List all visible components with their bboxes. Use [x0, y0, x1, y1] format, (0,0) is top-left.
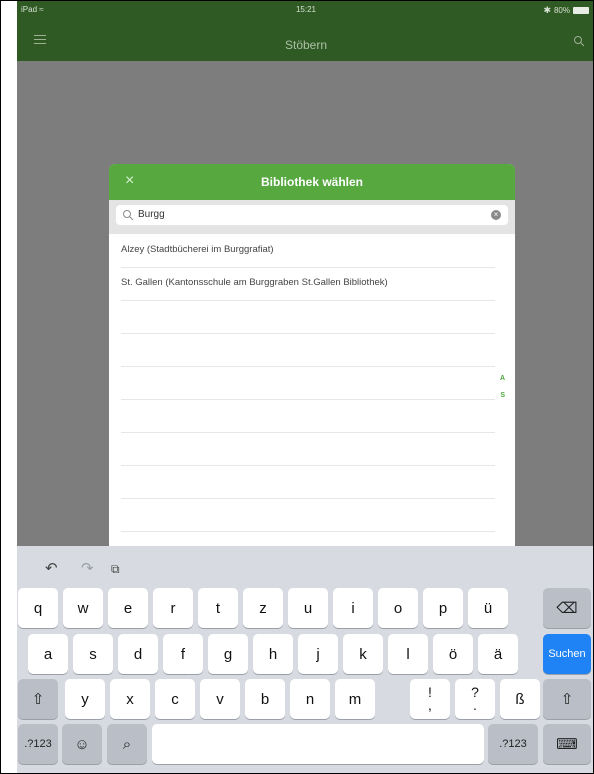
search-value: Burgg: [138, 209, 165, 220]
key-exclam-comma[interactable]: !,: [410, 679, 450, 719]
empty-list-row: [121, 366, 495, 400]
numbers-key-right[interactable]: .?123: [488, 724, 538, 764]
key-f[interactable]: f: [163, 634, 203, 674]
battery-icon: [573, 7, 589, 14]
search-bar: Burgg ×: [109, 200, 515, 234]
shift-left-key[interactable]: ⇧: [18, 679, 58, 719]
onscreen-keyboard: ↶ ↷ ⧉ qwertzuiopü ⌫ asdfghjklöä Suchen ⇧…: [17, 546, 593, 773]
key-u[interactable]: u: [288, 588, 328, 628]
undo-icon[interactable]: ↶: [45, 561, 59, 576]
search-icon: [123, 210, 134, 221]
section-index-a[interactable]: A: [500, 375, 505, 382]
key-r[interactable]: r: [153, 588, 193, 628]
key-a[interactable]: a: [28, 634, 68, 674]
key-ö[interactable]: ö: [433, 634, 473, 674]
bluetooth-icon: ✱: [543, 5, 551, 15]
section-index-s[interactable]: S: [500, 392, 505, 399]
microphone-icon[interactable]: ⌕: [107, 724, 147, 764]
library-picker-modal: × Bibliothek wählen Burgg × Alzey (Stadt…: [109, 164, 515, 584]
key-i[interactable]: i: [333, 588, 373, 628]
modal-title: Bibliothek wählen: [260, 175, 363, 189]
search-icon[interactable]: [573, 34, 585, 47]
key-h[interactable]: h: [253, 634, 293, 674]
key-k[interactable]: k: [343, 634, 383, 674]
key-s[interactable]: s: [73, 634, 113, 674]
redo-icon[interactable]: ↷: [81, 561, 95, 576]
status-time: 15:21: [295, 5, 317, 14]
empty-list-row: [121, 498, 495, 532]
key-g[interactable]: g: [208, 634, 248, 674]
page-title: Stöbern: [284, 38, 328, 52]
key-q[interactable]: q: [18, 588, 58, 628]
key-z[interactable]: z: [243, 588, 283, 628]
key-ä[interactable]: ä: [478, 634, 518, 674]
library-search-input[interactable]: Burgg ×: [116, 205, 508, 225]
key-v[interactable]: v: [200, 679, 240, 719]
search-return-key[interactable]: Suchen: [543, 634, 591, 674]
battery-percent: 80%: [553, 6, 570, 15]
empty-list-row: [121, 465, 495, 499]
key-d[interactable]: d: [118, 634, 158, 674]
key-l[interactable]: l: [388, 634, 428, 674]
key-b[interactable]: b: [245, 679, 285, 719]
key-m[interactable]: m: [335, 679, 375, 719]
clear-search-icon[interactable]: ×: [491, 210, 501, 220]
status-battery-group: ✱ 80%: [543, 5, 589, 16]
key-e[interactable]: e: [108, 588, 148, 628]
ipad-screen: iPad ≈ 15:21 ✱ 80% Stöbern × Bibliothek …: [17, 1, 593, 773]
key-p[interactable]: p: [423, 588, 463, 628]
key-sharp-s[interactable]: ß: [500, 679, 540, 719]
modal-header: × Bibliothek wählen: [109, 164, 515, 200]
key-c[interactable]: c: [155, 679, 195, 719]
emoji-icon[interactable]: ☺: [62, 724, 102, 764]
key-n[interactable]: n: [290, 679, 330, 719]
space-key[interactable]: [152, 724, 484, 764]
app-bar: iPad ≈ 15:21 ✱ 80% Stöbern: [17, 1, 593, 61]
key-j[interactable]: j: [298, 634, 338, 674]
key-o[interactable]: o: [378, 588, 418, 628]
key-t[interactable]: t: [198, 588, 238, 628]
empty-list-row: [121, 300, 495, 334]
key-w[interactable]: w: [63, 588, 103, 628]
list-item[interactable]: Alzey (Stadtbücherei im Burggrafiat): [121, 234, 495, 268]
empty-list-row: [121, 333, 495, 367]
key-y[interactable]: y: [65, 679, 105, 719]
paste-icon[interactable]: ⧉: [111, 562, 125, 576]
hide-keyboard-icon[interactable]: ⌨: [543, 724, 591, 764]
shift-right-key[interactable]: ⇧: [543, 679, 591, 719]
empty-list-row: [121, 432, 495, 466]
key-ü[interactable]: ü: [468, 588, 508, 628]
empty-list-row: [121, 399, 495, 433]
key-question-period[interactable]: ?.: [455, 679, 495, 719]
delete-key[interactable]: ⌫: [543, 588, 591, 628]
key-x[interactable]: x: [110, 679, 150, 719]
list-item[interactable]: St. Gallen (Kantonsschule am Burggraben …: [121, 267, 495, 301]
numbers-key-left[interactable]: .?123: [18, 724, 58, 764]
screenshot-frame: iPad ≈ 15:21 ✱ 80% Stöbern × Bibliothek …: [0, 0, 594, 774]
